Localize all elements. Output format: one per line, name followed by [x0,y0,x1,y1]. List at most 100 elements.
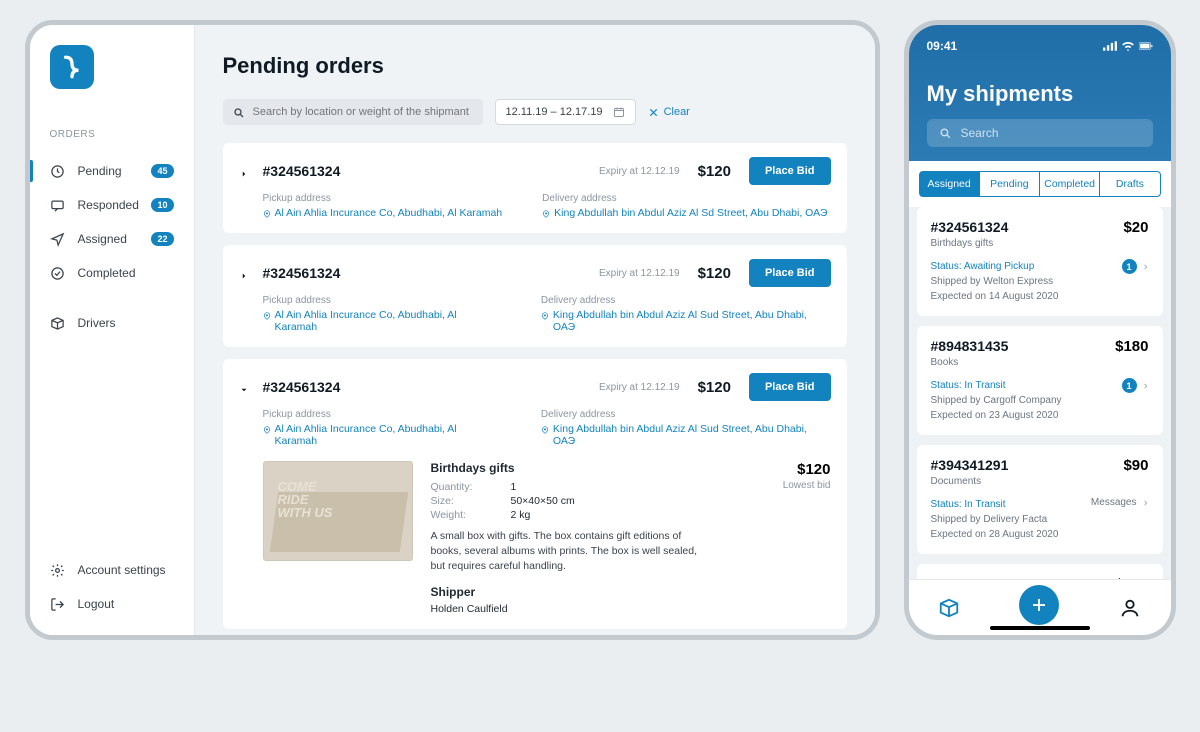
location-pin-icon [263,209,271,217]
calendar-icon [613,106,625,118]
notification-badge: 1 [1122,378,1137,393]
shipment-title: Birthdays gifts [431,461,765,475]
delivery-label: Delivery address [541,409,831,420]
chevron-right-icon [1142,498,1149,508]
profile-tab-icon[interactable] [1119,597,1141,619]
send-icon [50,231,66,247]
order-card: #324561324Expiry at 12.12.19$120Place Bi… [223,359,847,629]
shipment-action[interactable]: Messages [1091,497,1149,508]
tab-assigned[interactable]: Assigned [920,172,980,196]
shipment-price: $20 [1123,219,1148,236]
pickup-label: Pickup address [263,409,501,420]
phone-title: My shipments [927,81,1153,107]
chevron-right-icon [1142,381,1149,391]
expand-toggle-icon[interactable] [239,382,249,392]
sidebar-item-label: Completed [78,266,136,280]
phone-search-placeholder: Search [961,126,999,140]
sidebar-item-completed[interactable]: Completed [30,256,194,290]
search-input-container[interactable] [223,99,483,125]
chevron-right-icon [1142,262,1149,272]
pickup-address[interactable]: Al Ain Ahlia Incurance Co, Abudhabi, Al … [263,423,501,447]
shipment-id: #894831435 [931,338,1009,354]
size-label: Size: [431,495,481,507]
place-bid-button[interactable]: Place Bid [749,259,831,287]
weight-value: 2 kg [511,509,531,521]
sidebar-item-drivers[interactable]: Drivers [30,306,194,340]
shipment-photo: COMERIDEWITH US [263,461,413,561]
date-range-value: 12.11.19 – 12.17.19 [506,106,603,118]
order-price: $120 [698,265,731,282]
sidebar-item-responded[interactable]: Responded 10 [30,188,194,222]
clock-icon [50,163,66,179]
tablet-device: ORDERS Pending 45 Responded 10 Assigned … [25,20,880,640]
sidebar-item-label: Logout [78,597,115,611]
weight-label: Weight: [431,509,481,521]
order-price: $120 [698,379,731,396]
shipment-status: Status: In Transit [931,497,1059,512]
order-expiry: Expiry at 12.12.19 [599,268,680,279]
shipment-list[interactable]: #324561324$20Birthdays giftsStatus: Awai… [909,207,1171,635]
home-indicator [990,626,1090,630]
pickup-address[interactable]: Al Ain Ahlia Incurance Co, Abudhabi, Al … [263,207,503,219]
order-id: #324561324 [263,379,341,395]
tab-completed[interactable]: Completed [1040,172,1100,196]
tab-pending[interactable]: Pending [980,172,1040,196]
sidebar: ORDERS Pending 45 Responded 10 Assigned … [30,25,195,635]
order-id: #324561324 [263,265,341,281]
expand-toggle-icon[interactable] [239,268,249,278]
shipment-action[interactable]: 1 [1122,259,1149,274]
location-pin-icon [542,209,550,217]
shipment-card[interactable]: #394341291$90DocumentsStatus: In Transit… [917,445,1163,554]
size-value: 50×40×50 cm [511,495,575,507]
shipment-action[interactable]: 1 [1122,378,1149,393]
messages-label: Messages [1091,497,1137,508]
place-bid-button[interactable]: Place Bid [749,157,831,185]
quantity-label: Quantity: [431,481,481,493]
shipment-eta: Expected on 14 August 2020 [931,289,1059,304]
phone-header: 09:41 My shipments Search [909,25,1171,161]
shipment-id: #324561324 [931,219,1009,235]
filter-bar: 12.11.19 – 12.17.19 Clear [223,99,847,125]
phone-search-input[interactable]: Search [927,119,1153,147]
order-card: #324561324Expiry at 12.12.19$120Place Bi… [223,143,847,233]
search-input[interactable] [253,106,473,118]
sidebar-item-label: Pending [78,164,122,178]
shipments-tab-icon[interactable] [938,597,960,619]
expand-toggle-icon[interactable] [239,166,249,176]
shipment-card[interactable]: #894831435$180BooksStatus: In TransitShi… [917,326,1163,435]
status-time: 09:41 [927,39,958,53]
shipment-eta: Expected on 23 August 2020 [931,408,1062,423]
order-id: #324561324 [263,163,341,179]
add-button[interactable] [1019,585,1059,625]
shipment-carrier: Shipped by Welton Express [931,274,1059,289]
pickup-address[interactable]: Al Ain Ahlia Incurance Co, Abudhabi, Al … [263,309,501,333]
shipment-subtitle: Documents [931,476,1149,487]
sidebar-item-pending[interactable]: Pending 45 [30,154,194,188]
delivery-address[interactable]: King Abdullah bin Abdul Aziz Al Sud Stre… [541,423,831,447]
delivery-label: Delivery address [541,295,831,306]
shipment-eta: Expected on 28 August 2020 [931,527,1059,542]
search-icon [939,127,952,140]
delivery-label: Delivery address [542,193,827,204]
logout-icon [50,596,66,612]
sidebar-badge: 45 [151,164,173,178]
tab-drafts[interactable]: Drafts [1100,172,1159,196]
location-pin-icon [541,311,549,319]
status-icons [1103,41,1153,51]
shipment-card[interactable]: #324561324$20Birthdays giftsStatus: Awai… [917,207,1163,316]
delivery-address[interactable]: King Abdullah bin Abdul Aziz Al Sd Stree… [542,207,827,219]
location-pin-icon [541,425,549,433]
shipper-name: Holden Caulfield [431,603,765,615]
delivery-address[interactable]: King Abdullah bin Abdul Aziz Al Sud Stre… [541,309,831,333]
search-icon [233,106,245,118]
date-range-picker[interactable]: 12.11.19 – 12.17.19 [495,99,636,125]
sidebar-item-settings[interactable]: Account settings [30,553,194,587]
app-logo [50,45,94,89]
place-bid-button[interactable]: Place Bid [749,373,831,401]
shipper-label: Shipper [431,585,765,599]
shipment-carrier: Shipped by Cargoff Company [931,393,1062,408]
quantity-value: 1 [511,481,517,493]
clear-button[interactable]: Clear [648,106,690,118]
sidebar-item-logout[interactable]: Logout [30,587,194,621]
sidebar-item-assigned[interactable]: Assigned 22 [30,222,194,256]
